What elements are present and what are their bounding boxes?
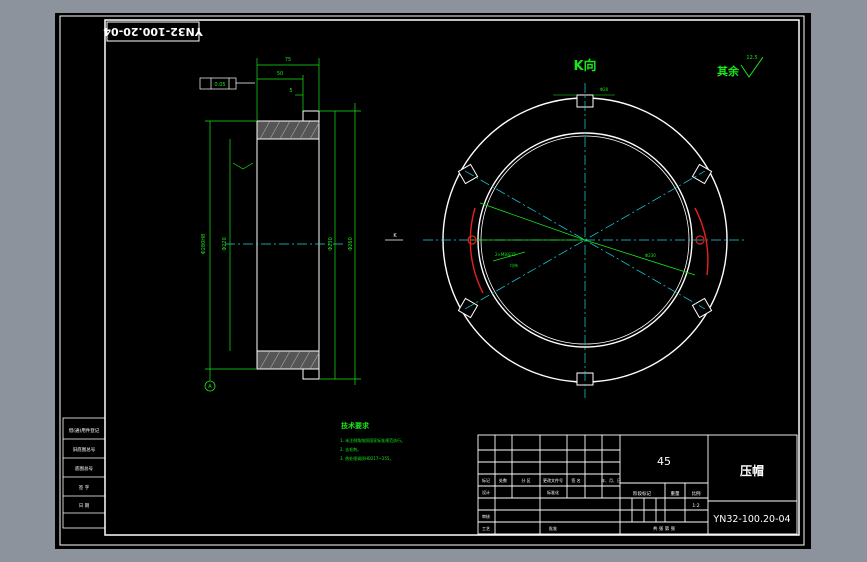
section-letter: K [393, 233, 397, 239]
process-label: 工艺 [482, 526, 490, 531]
side-table-row-4: 签 字 [79, 484, 90, 491]
view-label: K向 [573, 58, 596, 74]
rev-header-3: 分 区 [521, 477, 530, 483]
side-table-row-5: 日 期 [79, 503, 90, 509]
arc-left [469, 207, 484, 294]
review-label: 审核 [482, 513, 490, 519]
roughness-mark-section [232, 162, 254, 170]
rev-header-6: 年、月、日 [601, 477, 621, 483]
outer-border [59, 15, 805, 546]
rev-header-4: 更改文件号 [543, 477, 563, 483]
standardize-label: 标准化 [547, 489, 559, 495]
dim-left-mid: Φ220 [222, 237, 228, 250]
rev-header-1: 标记 [482, 477, 490, 483]
stage-label: 阶段标记 [633, 490, 651, 497]
dim-top-inner: 50 [277, 71, 283, 77]
hole-note: 2×M8深15 [495, 251, 516, 257]
tech-req-item-1: 1. 未注倒角按照国家标准规范执行。 [340, 437, 405, 443]
side-table-row-3: 底图总号 [75, 465, 93, 472]
weight-label: 重量 [671, 490, 680, 497]
cad-viewport[interactable]: YN32-100.20-04 75 50 5 Φ280H8 Φ220 Φ230 … [55, 13, 811, 549]
dim-top-overall: 75 [285, 57, 291, 63]
tolerance-value: 0.05 [214, 82, 225, 88]
drawing-number-upside: YN32-100.20-04 [103, 25, 204, 38]
surface-note: 其余 [717, 64, 740, 78]
section-view: 75 50 5 Φ280H8 Φ220 Φ230 Φ260 0.05 A K [199, 57, 403, 392]
datum-letter: A [208, 384, 212, 390]
rev-header-2: 处数 [499, 477, 507, 483]
inner-border [104, 19, 800, 536]
side-table-row-1: 借(通)用件登记 [69, 427, 100, 434]
dim-top-small: 5 [289, 88, 292, 94]
side-table [62, 417, 106, 529]
sheet-count: 共 张 第 张 [653, 525, 676, 532]
part-name: 压帽 [740, 463, 764, 478]
slot-width-dim: Φ20 [600, 87, 609, 92]
tech-req-item-3: 3. 热处理调质HB217~255。 [340, 455, 393, 461]
drawing-canvas: YN32-100.20-04 75 50 5 Φ280H8 Φ220 Φ230 … [59, 15, 805, 546]
lug-bottom [302, 368, 320, 380]
roughness-value: 12.5 [746, 55, 757, 61]
design-label: 设计 [482, 489, 490, 495]
material: 45 [657, 455, 671, 468]
hole-sub: 均布 [510, 262, 518, 268]
scale-label: 比例 [692, 490, 701, 497]
hatch-bottom [256, 350, 320, 370]
approve-label: 批准 [549, 525, 557, 531]
scale-value: 1:2 [692, 503, 699, 509]
side-table-row-2: 旧底图总号 [73, 446, 96, 453]
k-view: 2×M8深15 均布 Φ230 Φ20 [423, 83, 747, 398]
dim-left-large: Φ280H8 [201, 234, 207, 254]
drawing-number: YN32-100.20-04 [712, 514, 790, 525]
tech-req-item-2: 2. 去毛刺。 [340, 446, 361, 452]
section-outline [256, 120, 320, 370]
rev-header-5: 签 名 [571, 477, 580, 483]
dim-right-mid: Φ230 [328, 237, 334, 250]
lug-top [302, 110, 320, 122]
tech-req-title: 技术要求 [341, 421, 370, 430]
dim-right-outer: Φ260 [348, 237, 354, 250]
hatch-top [256, 120, 320, 140]
radius-dim: Φ230 [645, 253, 656, 258]
